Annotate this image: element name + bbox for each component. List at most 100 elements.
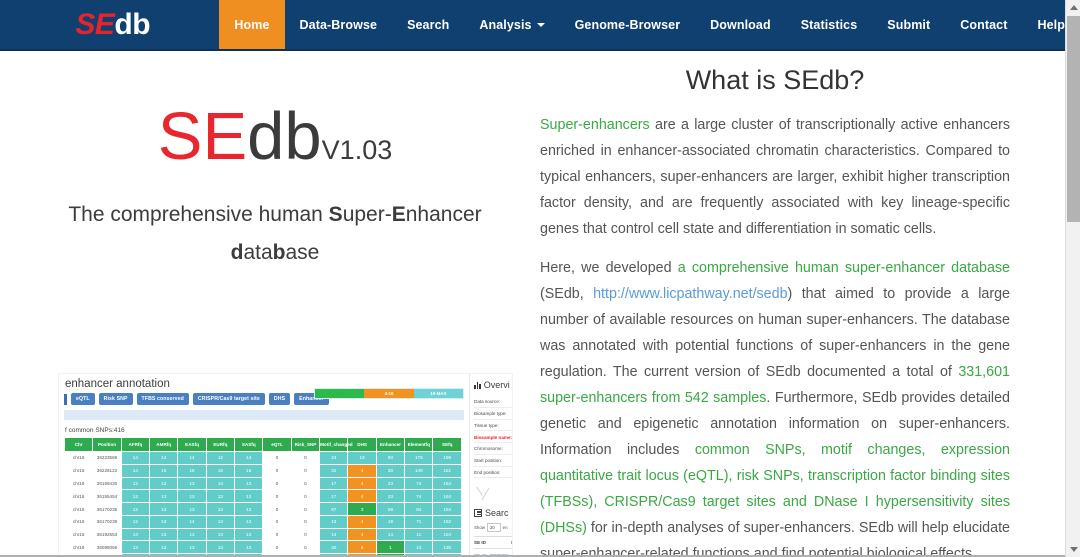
table-cell: 0 <box>290 489 321 504</box>
col-elementfq[interactable]: Elementfq <box>404 437 434 452</box>
entries-select[interactable]: 20 <box>486 523 501 533</box>
scroll-down-arrow-icon[interactable] <box>1066 542 1080 557</box>
vertical-scrollbar[interactable] <box>1065 0 1080 557</box>
table-row[interactable]: chr16 36155454 12 13 13 13 13 0 0 17 4 23 74 164 <box>63 489 462 504</box>
brand-db-text: db <box>114 7 151 41</box>
chip-eqtl[interactable]: eQTL <box>71 393 95 405</box>
about-link-database[interactable]: a comprehensive human super-enhancer dat… <box>678 260 1010 276</box>
col-easfq[interactable]: EASfq <box>177 437 207 452</box>
table-cell: 13 <box>177 540 207 555</box>
table-cell: 13 <box>234 489 264 504</box>
chip-tfbs-conserved[interactable]: TFBS conserved <box>136 393 189 405</box>
hero-version: V1.03 <box>321 135 393 165</box>
overview-row-biosample-type: Biosample type: <box>474 408 512 420</box>
table-cell: 74 <box>404 476 434 491</box>
table-cell: chr16 <box>63 451 94 465</box>
table-header-row: Chr Position AFRfq AMRfq EASfq EURfq SAS… <box>63 437 462 452</box>
about-paragraph-2: Here, we developed a comprehensive human… <box>540 255 1010 557</box>
show-entries-control[interactable]: Show 20 en <box>474 523 512 533</box>
chip-crispr-cas9-target-site[interactable]: CRISPR/Cas9 target site <box>192 393 265 405</box>
nav-item-submit[interactable]: Submit <box>872 0 945 49</box>
hero-subtitle: The comprehensive human Super-Enhancer d… <box>20 196 530 272</box>
scroll-up-arrow-icon[interactable] <box>1066 0 1080 15</box>
col-risk-snp[interactable]: Risk_SNP <box>290 437 321 452</box>
site-logo[interactable]: SEdb <box>0 0 219 49</box>
table-cell: 36223569 <box>92 451 122 465</box>
table-cell: 0 <box>262 451 292 465</box>
col-eqtl[interactable]: eQTL <box>262 437 292 452</box>
carousel-dot-1[interactable] <box>262 526 271 535</box>
table-cell: 14 <box>177 451 207 465</box>
nav-item-analysis[interactable]: Analysis <box>464 0 559 49</box>
table-cell: 149 <box>404 463 434 478</box>
page-title: SEdbV1.03 <box>20 103 530 170</box>
table-cell: 19 <box>347 451 377 465</box>
table-cell: 164 <box>432 489 462 504</box>
se-id-column-header[interactable]: SE ID L <box>474 536 512 550</box>
table-cell: 0 <box>290 540 321 555</box>
se-id-header-second: L <box>511 540 512 545</box>
table-cell: chr16 <box>63 540 94 555</box>
about-p2-e: for in-depth analyses of super-enhancers… <box>540 520 1010 557</box>
chip-risk-snp[interactable]: Risk SNP <box>98 393 133 405</box>
overview-row-end-position: End position: <box>474 467 512 479</box>
checkmark-icon <box>476 486 492 502</box>
col-afrfq[interactable]: AFRfq <box>120 437 151 452</box>
nav-item-data-browse[interactable]: Data-Browse <box>285 0 393 49</box>
table-row[interactable]: chr16 36159430 12 13 13 14 13 0 0 17 4 23 74 164 <box>63 476 462 491</box>
hero-subtitle-part4: ata <box>243 240 273 264</box>
table-cell: 13 <box>149 476 179 491</box>
table-cell: 23 <box>375 476 406 491</box>
about-url-link[interactable]: http://www.licpathway.net/sedb <box>593 286 787 302</box>
table-cell: 12 <box>120 514 151 529</box>
table-cell: 13 <box>234 527 264 542</box>
table-row[interactable]: chr16 36088066 13 13 13 13 13 0 0 40 6 1 13 130 <box>63 540 462 555</box>
scrollbar-thumb[interactable] <box>1067 16 1080 222</box>
table-cell: 36226122 <box>92 463 122 478</box>
hero-subtitle-s: S <box>328 203 343 226</box>
table-cell: 3 <box>347 502 377 516</box>
nav-item-genome-browser[interactable]: Genome-Browser <box>560 0 696 49</box>
table-row[interactable]: chr16 36226122 14 16 16 16 16 0 0 31 4 30 149 151 <box>63 463 462 478</box>
nav-item-contact-label: Contact <box>960 17 1008 32</box>
col-sasfq[interactable]: SASfq <box>234 437 264 452</box>
about-link-super-enhancers[interactable]: Super-enhancers <box>540 117 650 133</box>
nav-item-home-label: Home <box>234 17 270 32</box>
table-cell: 152 <box>432 514 462 529</box>
nav-item-statistics[interactable]: Statistics <box>786 0 873 49</box>
col-enhancer[interactable]: Enhancer <box>375 437 406 452</box>
table-cell: 12 <box>120 502 151 516</box>
carousel-dot-2[interactable] <box>279 526 288 535</box>
table-cell: 13 <box>120 527 151 542</box>
hero-subtitle-part5: ase <box>285 240 320 264</box>
table-row[interactable]: chr16 36223569 14 14 14 12 14 0 0 24 19 60 179 199 <box>63 451 462 465</box>
table-row[interactable]: chr16 36170235 12 13 13 13 13 0 0 67 3 58 84 154 <box>63 502 462 516</box>
nav-item-download[interactable]: Download <box>695 0 786 49</box>
table-cell: 164 <box>432 476 462 491</box>
col-sefq[interactable]: SEfq <box>432 437 462 452</box>
nav-item-help-label: Help <box>1037 17 1065 32</box>
nav-item-contact[interactable]: Contact <box>945 0 1022 49</box>
table-cell: 0 <box>290 514 321 529</box>
table-cell: 36192653 <box>92 527 122 542</box>
col-chr[interactable]: Chr <box>63 437 94 452</box>
col-eurfq[interactable]: EURfq <box>205 437 236 452</box>
track-strip <box>64 410 464 420</box>
col-motif-changed[interactable]: Motif_changed <box>319 437 353 452</box>
nav-item-search[interactable]: Search <box>392 0 464 49</box>
table-cell: 13 <box>177 527 207 542</box>
table-cell: 151 <box>432 463 462 478</box>
nav-item-home[interactable]: Home <box>219 0 285 49</box>
chip-dhs[interactable]: DHS <box>268 393 291 405</box>
main-navbar: SEdb Home Data-Browse Search Analysis Ge… <box>0 0 1080 51</box>
about-paragraph-1-rest: are a large cluster of transcriptionally… <box>540 117 1010 237</box>
col-amrfq[interactable]: AMRfq <box>149 437 179 452</box>
show-label: Show <box>474 525 485 531</box>
table-cell: 13 <box>234 540 264 555</box>
table-cell: 18 <box>375 514 406 529</box>
col-position[interactable]: Position <box>92 437 122 452</box>
search-title-text: Searc <box>485 508 509 519</box>
nav-links: Home Data-Browse Search Analysis Genome-… <box>219 0 1080 49</box>
table-cell: 84 <box>404 502 434 516</box>
table-cell: 36159430 <box>92 476 122 491</box>
